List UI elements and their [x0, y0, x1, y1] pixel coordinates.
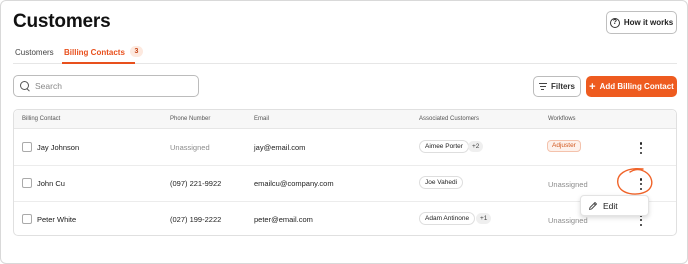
header-phone-number: Phone Number	[170, 116, 211, 122]
header-workflows: Workflows	[548, 116, 576, 122]
how-it-works-button[interactable]: ? How it works	[606, 11, 677, 34]
phone-number: (027) 199-2222	[170, 215, 222, 224]
row-checkbox[interactable]	[22, 214, 32, 224]
billing-contacts-count-badge: 3	[129, 46, 143, 57]
more-customers-chip[interactable]: +2	[468, 141, 484, 152]
phone-number: (097) 221-9922	[170, 179, 222, 188]
customer-chip[interactable]: Joe Vahedi	[419, 176, 464, 189]
plus-icon: +	[589, 80, 596, 93]
table-row: Jay Johnson Unassigned jay@email.com Aim…	[14, 130, 676, 166]
email: jay@email.com	[254, 143, 306, 152]
add-billing-contact-button[interactable]: + Add Billing Contact	[586, 76, 677, 97]
search-input[interactable]: Search	[13, 75, 199, 97]
row-action-menu: Edit	[580, 195, 649, 216]
workflow-unassigned: Unassigned	[548, 180, 588, 189]
filters-button[interactable]: Filters	[533, 76, 581, 97]
workflow-badge: Adjuster	[547, 140, 581, 152]
header-email: Email	[254, 116, 270, 122]
row-menu-icon[interactable]	[637, 177, 645, 191]
tab-customers[interactable]: Customers	[15, 48, 54, 63]
email: peter@email.com	[254, 215, 313, 224]
workflow-unassigned: Unassigned	[548, 216, 588, 225]
tab-billing-contacts[interactable]: Billing Contacts 3	[64, 46, 143, 63]
page-title: Customers	[13, 11, 111, 32]
customer-chip[interactable]: Aimee Porter	[419, 140, 469, 153]
add-billing-contact-label: Add Billing Contact	[599, 82, 674, 91]
search-placeholder: Search	[35, 81, 62, 91]
how-it-works-label: How it works	[623, 18, 674, 27]
search-icon	[20, 81, 30, 91]
row-checkbox[interactable]	[22, 178, 32, 188]
row-checkbox[interactable]	[22, 142, 32, 152]
contact-name: Peter White	[37, 215, 77, 224]
filter-icon	[538, 83, 547, 90]
header-associated-customers: Associated Customers	[419, 116, 480, 122]
tab-billing-contacts-label: Billing Contacts	[64, 48, 125, 57]
contact-name: Jay Johnson	[37, 143, 80, 152]
filters-label: Filters	[550, 82, 575, 91]
more-customers-chip[interactable]: +1	[476, 213, 492, 224]
table-row: Peter White (027) 199-2222 peter@email.c…	[14, 202, 676, 238]
row-menu-icon[interactable]	[637, 141, 645, 155]
active-tab-indicator	[62, 62, 135, 64]
email: emailcu@company.com	[254, 179, 334, 188]
contact-name: John Cu	[37, 179, 65, 188]
edit-menu-item[interactable]: Edit	[603, 201, 618, 211]
tab-customers-label: Customers	[15, 48, 54, 57]
table-row: John Cu (097) 221-9922 emailcu@company.c…	[14, 166, 676, 202]
table-header: Billing Contact Phone Number Email Assoc…	[14, 110, 676, 129]
billing-contacts-table: Billing Contact Phone Number Email Assoc…	[13, 109, 677, 236]
customer-chip[interactable]: Adam Antinone	[419, 212, 476, 225]
header-billing-contact: Billing Contact	[22, 116, 61, 122]
phone-number: Unassigned	[170, 143, 210, 152]
pencil-icon	[589, 201, 597, 210]
question-icon: ?	[609, 17, 620, 28]
